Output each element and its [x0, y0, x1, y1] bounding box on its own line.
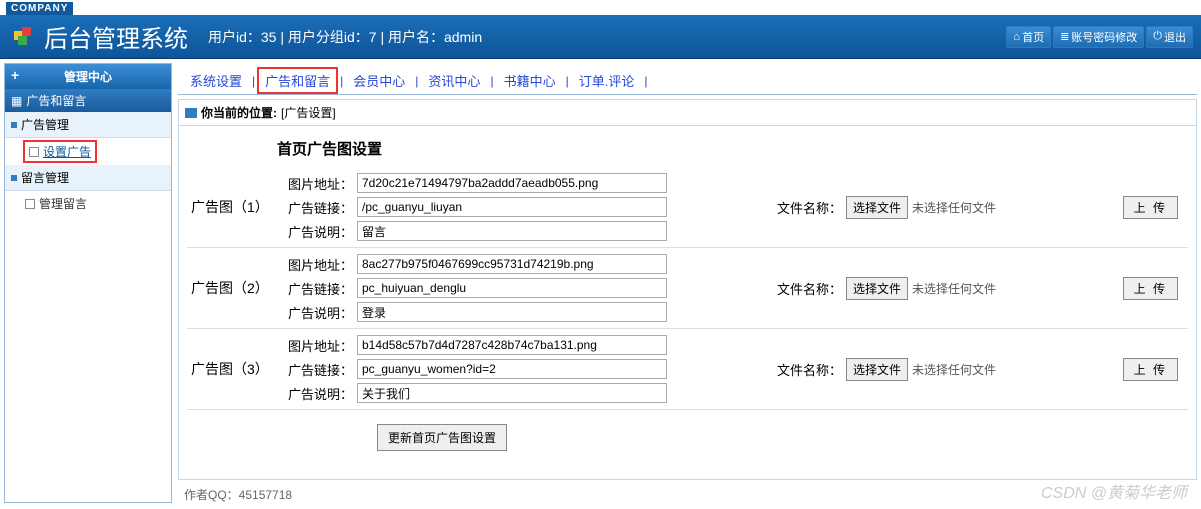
company-tag: COMPANY	[6, 2, 73, 15]
logo-cube-icon	[12, 25, 36, 49]
ad-row: 广告图（3） 图片地址： 广告链接： 广告说明： 文件名称： 选择文件 未选择任…	[187, 329, 1188, 410]
field-label-desc: 广告说明：	[287, 222, 353, 241]
field-label-img: 图片地址：	[287, 174, 353, 193]
field-label-desc: 广告说明：	[287, 384, 353, 403]
field-label-img: 图片地址：	[287, 336, 353, 355]
field-label-link: 广告链接：	[287, 279, 353, 298]
upload-button[interactable]: 上 传	[1123, 196, 1178, 219]
choose-file-button[interactable]: 选择文件	[846, 196, 908, 219]
tab-ads-messages[interactable]: 广告和留言	[257, 67, 338, 94]
field-label-desc: 广告说明：	[287, 303, 353, 322]
tab-books[interactable]: 书籍中心	[496, 67, 564, 94]
location-icon	[185, 108, 197, 118]
file-status: 未选择任何文件	[912, 280, 996, 297]
ad-row: 广告图（1） 图片地址： 广告链接： 广告说明： 文件名称： 选择文件 未选择任…	[187, 167, 1188, 248]
file-status: 未选择任何文件	[912, 199, 996, 216]
upload-button[interactable]: 上 传	[1123, 358, 1178, 381]
tab-news[interactable]: 资讯中心	[420, 67, 488, 94]
choose-file-button[interactable]: 选择文件	[846, 358, 908, 381]
password-button[interactable]: ≣账号密码修改	[1053, 26, 1144, 48]
upload-button[interactable]: 上 传	[1123, 277, 1178, 300]
ad-title: 广告图（2）	[187, 278, 277, 298]
ad-desc-input[interactable]	[357, 302, 667, 322]
main: 系统设置| 广告和留言| 会员中心| 资讯中心| 书籍中心| 订单.评论| 你当…	[178, 63, 1197, 503]
sidebar-item-manage-msg[interactable]: 管理留言	[5, 191, 171, 216]
file-name-label: 文件名称：	[777, 360, 842, 379]
page-icon	[29, 147, 39, 157]
home-button[interactable]: ⌂首页	[1006, 26, 1051, 48]
ad-link-input[interactable]	[357, 197, 667, 217]
sidebar-cat-msg-manage[interactable]: 留言管理	[5, 165, 171, 191]
ad-desc-input[interactable]	[357, 221, 667, 241]
content: 首页广告图设置 广告图（1） 图片地址： 广告链接： 广告说明： 文件名称： 选…	[178, 126, 1197, 480]
tab-orders[interactable]: 订单.评论	[571, 67, 643, 94]
sidebar-cat-ad-manage[interactable]: 广告管理	[5, 112, 171, 138]
ad-row: 广告图（2） 图片地址： 广告链接： 广告说明： 文件名称： 选择文件 未选择任…	[187, 248, 1188, 329]
list-icon: ≣	[1060, 30, 1069, 43]
user-info: 用户id：35 | 用户分组id：7 | 用户名：admin	[208, 27, 482, 47]
tab-members[interactable]: 会员中心	[345, 67, 413, 94]
img-url-input[interactable]	[357, 254, 667, 274]
grid-icon: ▦	[11, 94, 22, 108]
file-name-label: 文件名称：	[777, 279, 842, 298]
plus-icon[interactable]: +	[11, 68, 19, 82]
page-icon	[25, 199, 35, 209]
home-icon: ⌂	[1013, 31, 1020, 43]
img-url-input[interactable]	[357, 173, 667, 193]
header: 后台管理系统 用户id：35 | 用户分组id：7 | 用户名：admin ⌂首…	[0, 15, 1201, 59]
footer-author: 作者QQ：45157718	[178, 480, 1197, 503]
tab-system[interactable]: 系统设置	[182, 67, 250, 94]
file-name-label: 文件名称：	[777, 198, 842, 217]
sidebar-title: +管理中心	[5, 64, 171, 89]
exit-button[interactable]: ⏻退出	[1146, 26, 1193, 48]
file-status: 未选择任何文件	[912, 361, 996, 378]
page-heading: 首页广告图设置	[187, 134, 1188, 167]
choose-file-button[interactable]: 选择文件	[846, 277, 908, 300]
power-icon: ⏻	[1153, 30, 1162, 43]
bullet-icon	[11, 122, 17, 128]
bullet-icon	[11, 175, 17, 181]
sidebar: +管理中心 ▦广告和留言 广告管理 设置广告 留言管理 管理留言	[4, 63, 172, 503]
submit-update-button[interactable]: 更新首页广告图设置	[377, 424, 507, 451]
sidebar-item-set-ad[interactable]: 设置广告	[23, 140, 97, 163]
ad-title: 广告图（1）	[187, 197, 277, 217]
ad-title: 广告图（3）	[187, 359, 277, 379]
ad-link-input[interactable]	[357, 359, 667, 379]
img-url-input[interactable]	[357, 335, 667, 355]
field-label-link: 广告链接：	[287, 198, 353, 217]
ad-desc-input[interactable]	[357, 383, 667, 403]
field-label-img: 图片地址：	[287, 255, 353, 274]
system-title: 后台管理系统	[44, 19, 188, 54]
breadcrumb: 你当前的位置: [广告设置]	[178, 99, 1197, 126]
sidebar-section-ads[interactable]: ▦广告和留言	[5, 89, 171, 112]
field-label-link: 广告链接：	[287, 360, 353, 379]
ad-link-input[interactable]	[357, 278, 667, 298]
tab-bar: 系统设置| 广告和留言| 会员中心| 资讯中心| 书籍中心| 订单.评论|	[178, 63, 1197, 95]
